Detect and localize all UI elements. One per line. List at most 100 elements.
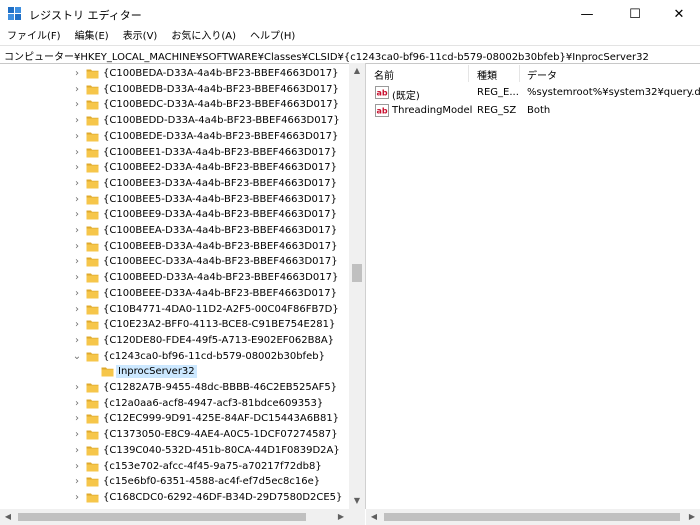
tree-key-item[interactable]: › {C100BEED-D33A-4a4b-BF23-BBEF4663D017} [0, 270, 349, 286]
chevron-right-icon[interactable]: › [72, 131, 82, 143]
chevron-right-icon[interactable]: › [72, 445, 82, 457]
list-hscroll-thumb[interactable] [384, 513, 680, 521]
values-list-pane[interactable]: 名前 種類 データ ab (既定) REG_E... %systemroot%¥… [366, 63, 700, 509]
chevron-right-icon[interactable]: › [72, 429, 82, 441]
maximize-button[interactable]: ☐ [612, 0, 658, 28]
tree-key-item[interactable]: › {C100BEEA-D33A-4a4b-BF23-BBEF4663D017} [0, 223, 349, 239]
title-bar[interactable]: レジストリ エディター — ☐ ✕ [0, 0, 700, 28]
chevron-right-icon[interactable]: › [72, 319, 82, 331]
chevron-right-icon[interactable]: › [72, 241, 82, 253]
tree-key-item[interactable]: › {C100BEDE-D33A-4a4b-BF23-BBEF4663D017} [0, 129, 349, 145]
column-name-header[interactable]: 名前 [374, 67, 394, 82]
tree-key-item[interactable]: › {c153e702-afcc-4f45-9a75-a70217f72db8} [0, 459, 349, 475]
tree-key-item[interactable]: › {C12EC999-9D91-425E-84AF-DC15443A6B81} [0, 411, 349, 427]
chevron-right-icon[interactable]: › [72, 304, 82, 316]
chevron-right-icon[interactable]: › [72, 288, 82, 300]
chevron-right-icon[interactable]: › [72, 68, 82, 80]
tree-scroll-thumb[interactable] [352, 264, 362, 282]
folder-icon [86, 100, 99, 110]
tree-key-item[interactable]: › {C139C040-532D-451b-80CA-44D1F0839D2A} [0, 443, 349, 459]
list-horizontal-scrollbar[interactable]: ◀ ▶ [366, 509, 700, 525]
tree-key-item[interactable]: › {C10E23A2-BFF0-4113-BCE8-C91BE754E281} [0, 317, 349, 333]
chevron-right-icon[interactable]: › [72, 99, 82, 111]
folder-icon [86, 305, 99, 314]
column-data-header[interactable]: データ [527, 67, 557, 82]
value-row-threadingmodel[interactable]: ab ThreadingModel REG_SZ Both [366, 102, 700, 120]
tree-key-item[interactable]: › {C168CDC0-6292-46DF-B34D-29D7580D2CE5} [0, 490, 349, 506]
close-button[interactable]: ✕ [656, 0, 700, 28]
tree-key-item[interactable]: › {C100BEE1-D33A-4a4b-BF23-BBEF4663D017} [0, 145, 349, 161]
tree-key-item[interactable]: › {C1373050-E8C9-4AE4-A0C5-1DCF07274587} [0, 427, 349, 443]
tree-item-label: {C100BEEE-D33A-4a4b-BF23-BBEF4663D017} [103, 287, 337, 299]
window-title: レジストリ エディター [29, 9, 142, 22]
chevron-right-icon[interactable]: › [72, 382, 82, 394]
menu-file[interactable]: ファイル(F) [0, 28, 68, 45]
tree-key-item[interactable]: › {C100BEDD-D33A-4a4b-BF23-BBEF4663D017} [0, 113, 349, 129]
tree-item-label: {C168CDC0-6292-46DF-B34D-29D7580D2CE5} [103, 491, 343, 503]
tree-key-item[interactable]: › {C100BEDC-D33A-4a4b-BF23-BBEF4663D017} [0, 97, 349, 113]
scroll-right-arrow-icon[interactable]: ▶ [684, 509, 700, 525]
scroll-up-arrow-icon[interactable]: ▲ [349, 63, 365, 79]
tree-item-label: {C120DE80-FDE4-49f5-A713-E902EF062B8A} [103, 334, 335, 346]
chevron-right-icon[interactable]: › [72, 413, 82, 425]
tree-subkey-item[interactable]: InprocServer32 [0, 364, 349, 380]
tree-key-item[interactable]: › {C100BEDA-D33A-4a4b-BF23-BBEF4663D017} [0, 66, 349, 82]
tree-key-item[interactable]: › {C100BEE3-D33A-4a4b-BF23-BBEF4663D017} [0, 176, 349, 192]
chevron-right-icon[interactable]: › [72, 476, 82, 488]
menu-view[interactable]: 表示(V) [116, 28, 165, 45]
scroll-right-arrow-icon[interactable]: ▶ [333, 509, 349, 525]
address-bar[interactable]: コンピューター¥HKEY_LOCAL_MACHINE¥SOFTWARE¥Clas… [0, 45, 700, 64]
folder-icon [86, 273, 99, 283]
tree-item-label: {C100BEEC-D33A-4a4b-BF23-BBEF4663D017} [103, 256, 338, 268]
chevron-right-icon[interactable]: › [72, 256, 82, 268]
tree-key-item[interactable]: › {C100BEDB-D33A-4a4b-BF23-BBEF4663D017} [0, 82, 349, 98]
tree-key-item[interactable]: › {c15e6bf0-6351-4588-ac4f-ef7d5ec8c16e} [0, 474, 349, 490]
tree-key-item[interactable]: › {C1282A7B-9455-48dc-BBBB-46C2EB525AF5} [0, 380, 349, 396]
tree-vertical-scrollbar[interactable]: ▲ ▼ [349, 63, 365, 509]
chevron-right-icon[interactable]: › [72, 162, 82, 174]
key-tree-pane[interactable]: › {C100BEDA-D33A-4a4b-BF23-BBEF4663D017} ›… [0, 63, 366, 509]
column-type-header[interactable]: 種類 [477, 67, 497, 82]
tree-key-item[interactable]: ⌄ {c1243ca0-bf96-11cd-b579-08002b30bfeb} [0, 349, 349, 365]
tree-key-item[interactable]: › {C100BEE9-D33A-4a4b-BF23-BBEF4663D017} [0, 207, 349, 223]
list-header: 名前 種類 データ [366, 63, 700, 83]
value-data: %systemroot%¥system32¥query.dll [527, 87, 700, 98]
chevron-right-icon[interactable]: › [72, 178, 82, 190]
folder-icon [86, 430, 99, 440]
registry-editor-app-icon [8, 7, 21, 20]
folder-icon [86, 226, 99, 236]
tree-key-item[interactable]: › {C100BEE5-D33A-4a4b-BF23-BBEF4663D017} [0, 192, 349, 208]
chevron-right-icon[interactable]: › [72, 335, 82, 347]
value-row-default[interactable]: ab (既定) REG_E... %systemroot%¥system32¥q… [366, 84, 700, 102]
tree-key-item[interactable]: › {C100BEEB-D33A-4a4b-BF23-BBEF4663D017} [0, 239, 349, 255]
chevron-right-icon[interactable]: › [72, 84, 82, 96]
tree-hscroll-thumb[interactable] [18, 513, 306, 521]
tree-key-item[interactable]: › {C100BEEC-D33A-4a4b-BF23-BBEF4663D017} [0, 254, 349, 270]
scroll-left-arrow-icon[interactable]: ◀ [366, 509, 382, 525]
minimize-button[interactable]: — [564, 0, 610, 28]
chevron-right-icon[interactable]: › [72, 272, 82, 284]
tree-key-item[interactable]: › {C120DE80-FDE4-49f5-A713-E902EF062B8A} [0, 333, 349, 349]
chevron-right-icon[interactable]: › [72, 194, 82, 206]
tree-key-item[interactable]: › {c12a0aa6-acf8-4947-acf3-81bdce609353} [0, 396, 349, 412]
chevron-right-icon[interactable]: › [72, 398, 82, 410]
scroll-down-arrow-icon[interactable]: ▼ [349, 493, 365, 509]
chevron-right-icon[interactable]: › [72, 147, 82, 159]
scroll-left-arrow-icon[interactable]: ◀ [0, 509, 16, 525]
tree-horizontal-scrollbar[interactable]: ◀ ▶ [0, 509, 349, 525]
chevron-right-icon[interactable]: › [72, 492, 82, 504]
value-data: Both [527, 105, 551, 116]
tree-key-item[interactable]: › {C100BEE2-D33A-4a4b-BF23-BBEF4663D017} [0, 160, 349, 176]
value-type: REG_SZ [477, 105, 517, 116]
menu-help[interactable]: ヘルプ(H) [243, 28, 302, 45]
chevron-right-icon[interactable]: › [72, 461, 82, 473]
tree-item-label: {C100BEEA-D33A-4a4b-BF23-BBEF4663D017} [103, 225, 338, 236]
chevron-down-icon[interactable]: ⌄ [72, 351, 82, 363]
menu-edit[interactable]: 編集(E) [68, 28, 116, 45]
tree-key-item[interactable]: › {C10B4771-4DA0-11D2-A2F5-00C04F86FB7D} [0, 302, 349, 318]
chevron-right-icon[interactable]: › [72, 225, 82, 237]
tree-key-item[interactable]: › {C100BEEE-D33A-4a4b-BF23-BBEF4663D017} [0, 286, 349, 302]
chevron-right-icon[interactable]: › [72, 209, 82, 221]
menu-favorites[interactable]: お気に入り(A) [164, 28, 243, 45]
chevron-right-icon[interactable]: › [72, 115, 82, 127]
